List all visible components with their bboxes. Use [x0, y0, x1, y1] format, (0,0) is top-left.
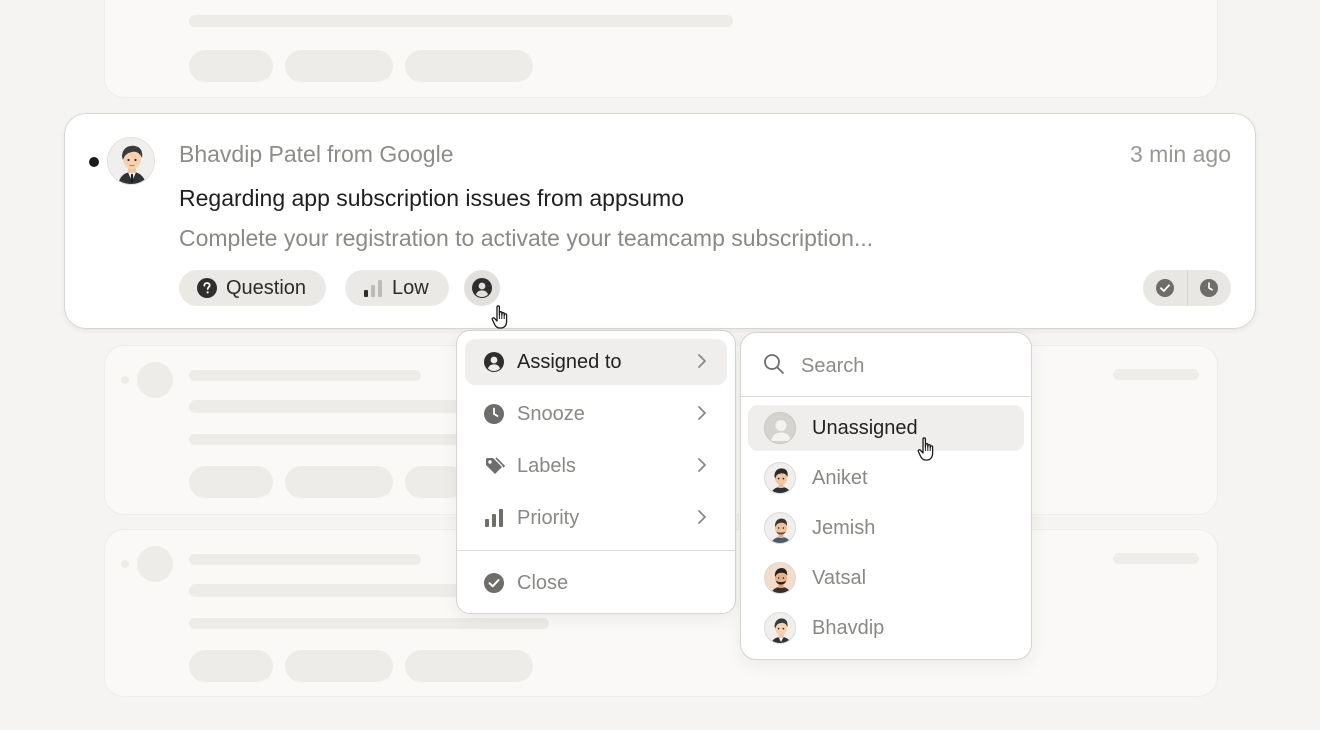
assignee-name: Jemish: [812, 516, 876, 539]
chevron-right-icon: [698, 406, 706, 420]
check-circle-icon: [1155, 279, 1174, 297]
sender-name: Bhavdip Patel: [179, 141, 321, 167]
sender-company: from Google: [326, 141, 454, 167]
menu-item-label: Close: [517, 571, 569, 594]
hand-cursor-icon: [491, 305, 508, 329]
assignee-submenu: Unassigned Aniket: [740, 332, 1032, 660]
check-circle-icon: [483, 572, 505, 594]
clock-icon: [1200, 279, 1219, 297]
menu-divider: [457, 550, 735, 551]
avatar: [764, 512, 796, 544]
menu-item-priority[interactable]: Priority: [465, 495, 727, 541]
assignee-option-jemish[interactable]: Jemish: [748, 505, 1024, 551]
avatar: [764, 412, 796, 444]
conversation-preview: Complete your registration to activate y…: [179, 225, 874, 251]
type-tag[interactable]: Question: [179, 270, 327, 306]
question-icon: [197, 278, 217, 298]
tag-icon: [483, 455, 505, 477]
conversation-subject: Regarding app subscription issues from a…: [179, 185, 684, 211]
menu-item-label: Snooze: [517, 402, 585, 425]
sender-avatar: [107, 137, 155, 185]
menu-item-close[interactable]: Close: [465, 560, 727, 606]
assignee-name: Unassigned: [812, 416, 918, 439]
priority-tag-label: Low: [392, 276, 429, 299]
assignee-option-bhavdip[interactable]: Bhavdip: [748, 605, 1024, 651]
avatar: [764, 462, 796, 494]
assignee-name: Aniket: [812, 466, 868, 489]
timestamp: 3 min ago: [1129, 141, 1231, 167]
chevron-right-icon: [698, 354, 706, 368]
quick-actions: [1143, 270, 1231, 306]
conversation-card[interactable]: Bhavdip Patel from Google 3 min ago Regar…: [64, 113, 1256, 329]
priority-low-icon: [364, 280, 382, 297]
menu-item-snooze[interactable]: Snooze: [465, 391, 727, 437]
type-tag-label: Question: [226, 276, 307, 299]
hand-cursor-icon: [917, 437, 934, 461]
menu-item-assigned-to[interactable]: Assigned to: [465, 339, 727, 385]
chevron-right-icon: [698, 510, 706, 524]
clock-icon: [483, 403, 505, 425]
assignee-option-aniket[interactable]: Aniket: [748, 455, 1024, 501]
search-icon: [764, 354, 784, 374]
assignee-option-vatsal[interactable]: Vatsal: [748, 555, 1024, 601]
avatar: [764, 562, 796, 594]
user-circle-icon: [483, 351, 505, 373]
chevron-right-icon: [698, 458, 706, 472]
unread-indicator: [89, 157, 99, 167]
assign-button[interactable]: [464, 270, 500, 306]
skeleton-card-top: [104, 0, 1218, 98]
assignee-option-unassigned[interactable]: Unassigned: [748, 405, 1024, 451]
menu-item-label: Labels: [517, 454, 576, 477]
assignee-search: [741, 333, 1031, 397]
assignee-name: Vatsal: [812, 566, 867, 589]
menu-item-label: Priority: [517, 506, 580, 529]
avatar: [764, 612, 796, 644]
assignee-name: Bhavdip: [812, 616, 885, 639]
close-conversation-button[interactable]: [1143, 270, 1188, 306]
menu-item-labels[interactable]: Labels: [465, 443, 727, 489]
priority-tag[interactable]: Low: [345, 270, 449, 306]
context-menu: Assigned to Snooze Labels Priority Close: [456, 330, 736, 614]
user-circle-icon: [472, 278, 492, 298]
snooze-conversation-button[interactable]: [1188, 270, 1232, 306]
sender-line: Bhavdip Patel from Google: [179, 141, 454, 168]
search-input[interactable]: [799, 347, 1003, 385]
menu-item-label: Assigned to: [517, 350, 622, 373]
bar-chart-icon: [483, 507, 505, 529]
